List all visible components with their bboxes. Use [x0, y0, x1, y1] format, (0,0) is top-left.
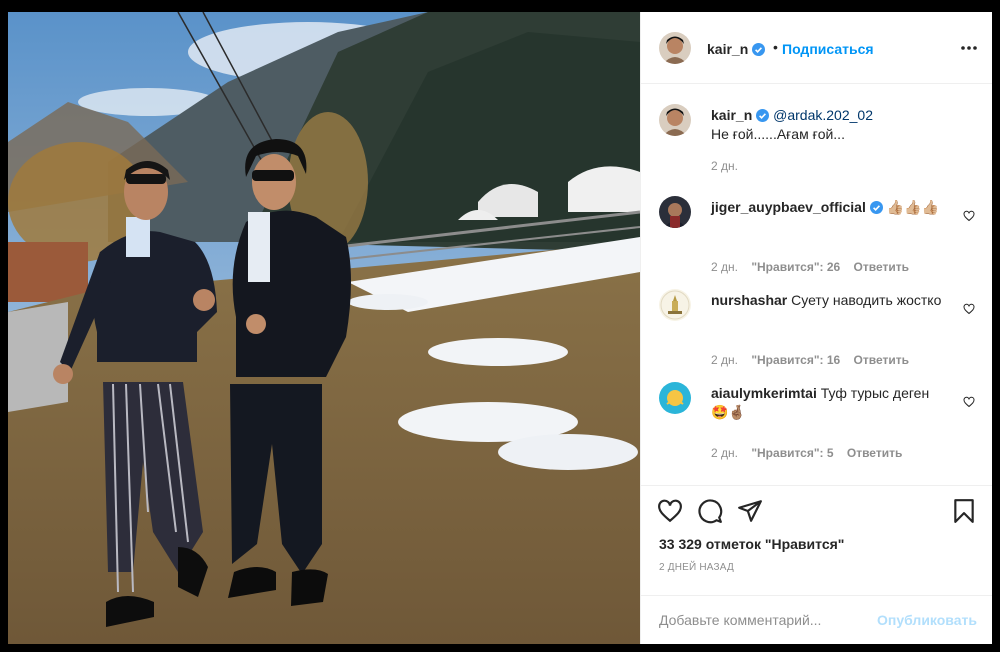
follow-button[interactable]: Подписаться: [782, 41, 874, 57]
comment-text-block: aiaulymkerimtai Туф турыс деген🤩🤞🏽: [711, 384, 943, 422]
verified-badge-icon: [752, 43, 766, 56]
caption-age[interactable]: 2 дн.: [711, 159, 738, 173]
comment-username[interactable]: nurshashar: [711, 292, 787, 308]
comments-list[interactable]: kair_n @ardak.202_02 Не ғой......Ағам ғо…: [641, 85, 992, 485]
author-avatar[interactable]: [659, 32, 691, 64]
comment-meta: 2 дн. "Нравится": 5 Ответить: [711, 446, 912, 460]
comment-input[interactable]: [657, 608, 871, 632]
comment-avatar[interactable]: [659, 289, 691, 321]
caption-mention-link[interactable]: @ardak.202_02: [773, 107, 873, 123]
comment-item: jiger_auypbaev_official 👍🏼👍🏼👍🏼 2 дн. "Нр…: [659, 196, 979, 276]
post-actions: 33 329 отметок "Нравится" 2 дней назад: [641, 485, 992, 603]
caption-username[interactable]: kair_n: [711, 107, 752, 123]
comment-meta: 2 дн. "Нравится": 26 Ответить: [711, 260, 919, 274]
comment-text-block: jiger_auypbaev_official 👍🏼👍🏼👍🏼: [711, 198, 943, 217]
post-photo[interactable]: [8, 12, 640, 644]
comment-item: nurshashar Суету наводить жостко 2 дн. "…: [659, 289, 979, 369]
comment-age[interactable]: 2 дн.: [711, 446, 738, 460]
instagram-post-modal: kair_n • Подписаться kair_n @ardak.202_0…: [8, 12, 992, 644]
comment-username[interactable]: aiaulymkerimtai: [711, 385, 817, 401]
comment-avatar[interactable]: [659, 382, 691, 414]
comment-text-block: nurshashar Суету наводить жостко: [711, 291, 943, 310]
post-header: kair_n • Подписаться: [641, 12, 992, 84]
comment-likes-count[interactable]: "Нравится": 26: [751, 260, 840, 274]
verified-badge-icon: [869, 201, 883, 214]
reply-button[interactable]: Ответить: [847, 446, 902, 460]
add-comment-bar: Опубликовать: [641, 595, 992, 644]
post-sidebar: kair_n • Подписаться kair_n @ardak.202_0…: [640, 12, 992, 644]
publish-button[interactable]: Опубликовать: [877, 612, 977, 628]
comment-likes-count[interactable]: "Нравится": 5: [751, 446, 833, 460]
caption-meta: 2 дн.: [711, 159, 748, 173]
comment-likes-count[interactable]: "Нравится": 16: [751, 353, 840, 367]
bookmark-save-icon[interactable]: [951, 498, 977, 524]
separator-dot: •: [773, 39, 778, 55]
comment-like-heart-icon[interactable]: [963, 210, 975, 222]
comment-like-heart-icon[interactable]: [963, 303, 975, 315]
verified-badge-icon: [756, 109, 770, 122]
comment-item: aiaulymkerimtai Туф турыс деген🤩🤞🏽 2 дн.…: [659, 382, 979, 462]
caption-text: Не ғой......Ағам ғой...: [711, 126, 845, 142]
comment-username[interactable]: jiger_auypbaev_official: [711, 199, 866, 215]
comment-age[interactable]: 2 дн.: [711, 260, 738, 274]
comment-meta: 2 дн. "Нравится": 16 Ответить: [711, 353, 919, 367]
share-paper-plane-icon[interactable]: [737, 498, 763, 524]
caption-text-block: kair_n @ardak.202_02 Не ғой......Ағам ғо…: [711, 106, 943, 144]
caption: kair_n @ardak.202_02 Не ғой......Ағам ғо…: [659, 104, 979, 174]
comment-text: 👍🏼👍🏼👍🏼: [886, 199, 940, 215]
reply-button[interactable]: Ответить: [854, 260, 909, 274]
comment-avatar[interactable]: [659, 196, 691, 228]
caption-avatar[interactable]: [659, 104, 691, 136]
likes-count[interactable]: 33 329 отметок "Нравится": [659, 536, 844, 552]
reply-button[interactable]: Ответить: [854, 353, 909, 367]
more-options-icon[interactable]: [959, 42, 979, 54]
comment-bubble-icon[interactable]: [697, 498, 723, 524]
comment-age[interactable]: 2 дн.: [711, 353, 738, 367]
comment-like-heart-icon[interactable]: [963, 396, 975, 408]
post-time[interactable]: 2 дней назад: [659, 562, 734, 573]
comment-text: Суету наводить жостко: [791, 292, 942, 308]
like-heart-icon[interactable]: [657, 498, 683, 524]
post-photo-illustration: [8, 12, 640, 644]
author-username-row[interactable]: kair_n: [707, 41, 766, 57]
author-username[interactable]: kair_n: [707, 41, 748, 57]
